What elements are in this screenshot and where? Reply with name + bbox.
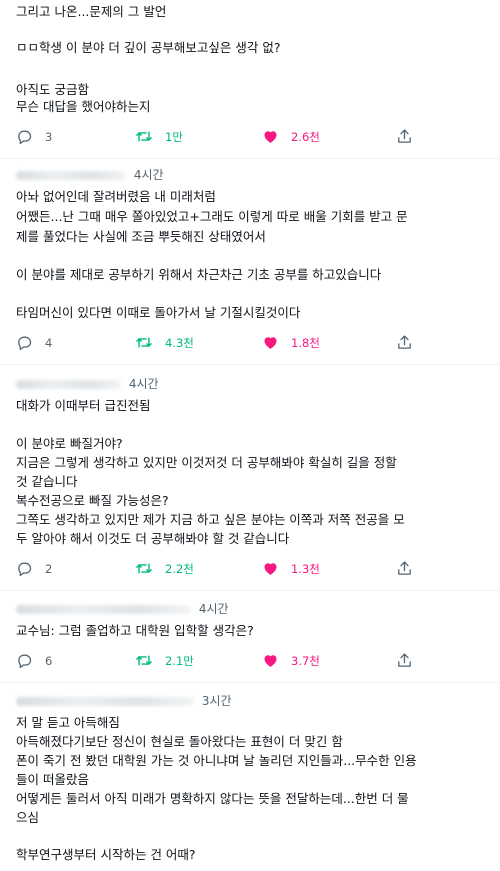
reply-count: 4 — [45, 335, 53, 350]
tweet-text-line: 아득해졌다기보단 정신이 현실로 돌아왔다는 표현이 더 맞긴 함 — [16, 734, 343, 749]
retweet-icon — [136, 337, 152, 348]
share-icon — [398, 335, 411, 349]
retweet-count: 1만 — [165, 129, 183, 144]
tweet-actions: 6 2.1만 3.7천 — [0, 652, 500, 670]
like-button[interactable]: 1.8천 — [262, 334, 320, 351]
tweet-text-line: 타임머신이 있다면 이때로 돌아가서 날 기절시킬것이다 — [16, 305, 301, 320]
share-button[interactable] — [396, 334, 413, 351]
share-button[interactable] — [396, 652, 413, 669]
share-icon — [398, 129, 411, 143]
reply-icon — [18, 130, 32, 145]
tweet-text-line: 으심 — [16, 810, 40, 825]
tweet-text-line: 그쪽도 생각하고 있지만 제가 지금 하고 싶은 분야는 이쪽과 저쪽 전공을 … — [16, 512, 405, 527]
tweet-separator — [0, 158, 500, 159]
tweet-text-line: 지금은 그렇게 생각하고 있지만 이것저것 더 공부해봐야 확실히 길을 정할 — [16, 455, 397, 470]
tweet-header: 4시간 — [16, 375, 159, 392]
retweet-button[interactable]: 2.2천 — [135, 560, 194, 577]
like-count: 1.3천 — [291, 561, 320, 576]
reply-button[interactable]: 6 — [16, 652, 52, 669]
heart-icon — [264, 655, 277, 667]
tweet-text-line: 폰이 죽기 전 봤던 대학원 가는 것 아니냐며 날 놀리던 지인들과...무수… — [16, 753, 417, 768]
reply-count: 3 — [45, 129, 53, 144]
like-count: 2.6천 — [291, 129, 320, 144]
tweet-time[interactable]: 4시간 — [134, 168, 164, 182]
retweet-button[interactable]: 2.1만 — [135, 652, 194, 669]
tweet-time[interactable]: 3시간 — [202, 694, 232, 708]
reply-count: 2 — [45, 561, 53, 576]
tweet-text-line: 학부연구생부터 시작하는 건 어때? — [16, 847, 196, 862]
redacted-author — [16, 380, 121, 389]
heart-icon — [264, 563, 277, 575]
tweet-text-line: 저 말 듣고 아득해짐 — [16, 715, 120, 730]
tweet-text-line: 그리고 나온...문제의 그 발언 — [16, 4, 167, 19]
tweet-text-line: 복수전공으로 빠질 가능성은? — [16, 493, 169, 508]
like-count: 1.8천 — [291, 335, 320, 350]
tweet-text-line: ㅁㅁ학생 이 분야 더 깊이 공부해보고싶은 생각 없? — [16, 40, 281, 55]
tweet-header: 4시간 — [16, 166, 164, 183]
tweet-time[interactable]: 4시간 — [129, 377, 159, 391]
tweet-header: 3시간 — [16, 692, 232, 709]
retweet-count: 2.1만 — [165, 653, 194, 668]
like-button[interactable]: 1.3천 — [262, 560, 320, 577]
reply-icon — [18, 562, 32, 577]
retweet-button[interactable]: 4.3천 — [135, 334, 194, 351]
tweet-text-line: 교수님: 그럼 졸업하고 대학원 입학할 생각은? — [16, 623, 254, 638]
reply-button[interactable]: 2 — [16, 560, 52, 577]
tweet-text-line: 두 알아야 해서 이것도 더 공부해봐야 할 것 같습니다 — [16, 531, 290, 546]
heart-icon — [264, 131, 277, 143]
reply-button[interactable]: 4 — [16, 334, 52, 351]
tweet-actions: 3 1만 2.6천 — [0, 128, 500, 146]
retweet-count: 4.3천 — [165, 335, 194, 350]
tweet-actions: 2 2.2천 1.3천 — [0, 560, 500, 578]
retweet-button[interactable]: 1만 — [135, 128, 183, 145]
retweet-icon — [136, 655, 152, 666]
tweet-header: 4시간 — [16, 600, 229, 617]
reply-count: 6 — [45, 653, 53, 668]
share-icon — [398, 653, 411, 667]
tweet-separator — [0, 364, 500, 365]
reply-icon — [18, 654, 32, 669]
redacted-author — [16, 171, 126, 180]
like-button[interactable]: 2.6천 — [262, 128, 320, 145]
tweet-text-line: 이 분야를 제대로 공부하기 위해서 차근차근 기초 공부를 하고있습니다 — [16, 267, 382, 282]
tweet-time[interactable]: 4시간 — [199, 602, 229, 616]
tweet-text-line: 무슨 대답을 했어야하는지 — [16, 99, 151, 114]
retweet-icon — [136, 563, 152, 574]
reply-icon — [18, 336, 32, 351]
redacted-author — [16, 605, 191, 614]
share-button[interactable] — [396, 560, 413, 577]
tweet-text-line: 것 같습니다 — [16, 474, 78, 489]
like-count: 3.7천 — [291, 653, 320, 668]
share-button[interactable] — [396, 128, 413, 145]
tweet-text-line: 들이 떠올랐음 — [16, 772, 89, 787]
tweet-separator — [0, 682, 500, 683]
tweet-separator — [0, 590, 500, 591]
heart-icon — [264, 337, 277, 349]
like-button[interactable]: 3.7천 — [262, 652, 320, 669]
tweet-text-line: 어쨌든...난 그때 매우 쫄아있었고+그래도 이렇게 따로 배울 기회를 받고… — [16, 209, 408, 224]
share-icon — [398, 561, 411, 575]
retweet-icon — [136, 131, 152, 142]
retweet-count: 2.2천 — [165, 561, 194, 576]
redacted-author — [16, 697, 194, 706]
tweet-text-line: 아놔 없어인데 잘려버렸음 내 미래처럼 — [16, 189, 216, 204]
tweet-text-line: 어떻게든 둘러서 아직 미래가 명확하지 않다는 뜻을 전달하는데...한번 더… — [16, 791, 409, 806]
tweet-text-line: 이 분야로 빠질거야? — [16, 436, 123, 451]
reply-button[interactable]: 3 — [16, 128, 52, 145]
tweet-text-line: 대화가 이때부터 급진전됨 — [16, 398, 151, 413]
tweet-text-line: 제를 풀었다는 사실에 조금 뿌듯해진 상태였어서 — [16, 229, 266, 244]
tweet-actions: 4 4.3천 1.8천 — [0, 334, 500, 352]
